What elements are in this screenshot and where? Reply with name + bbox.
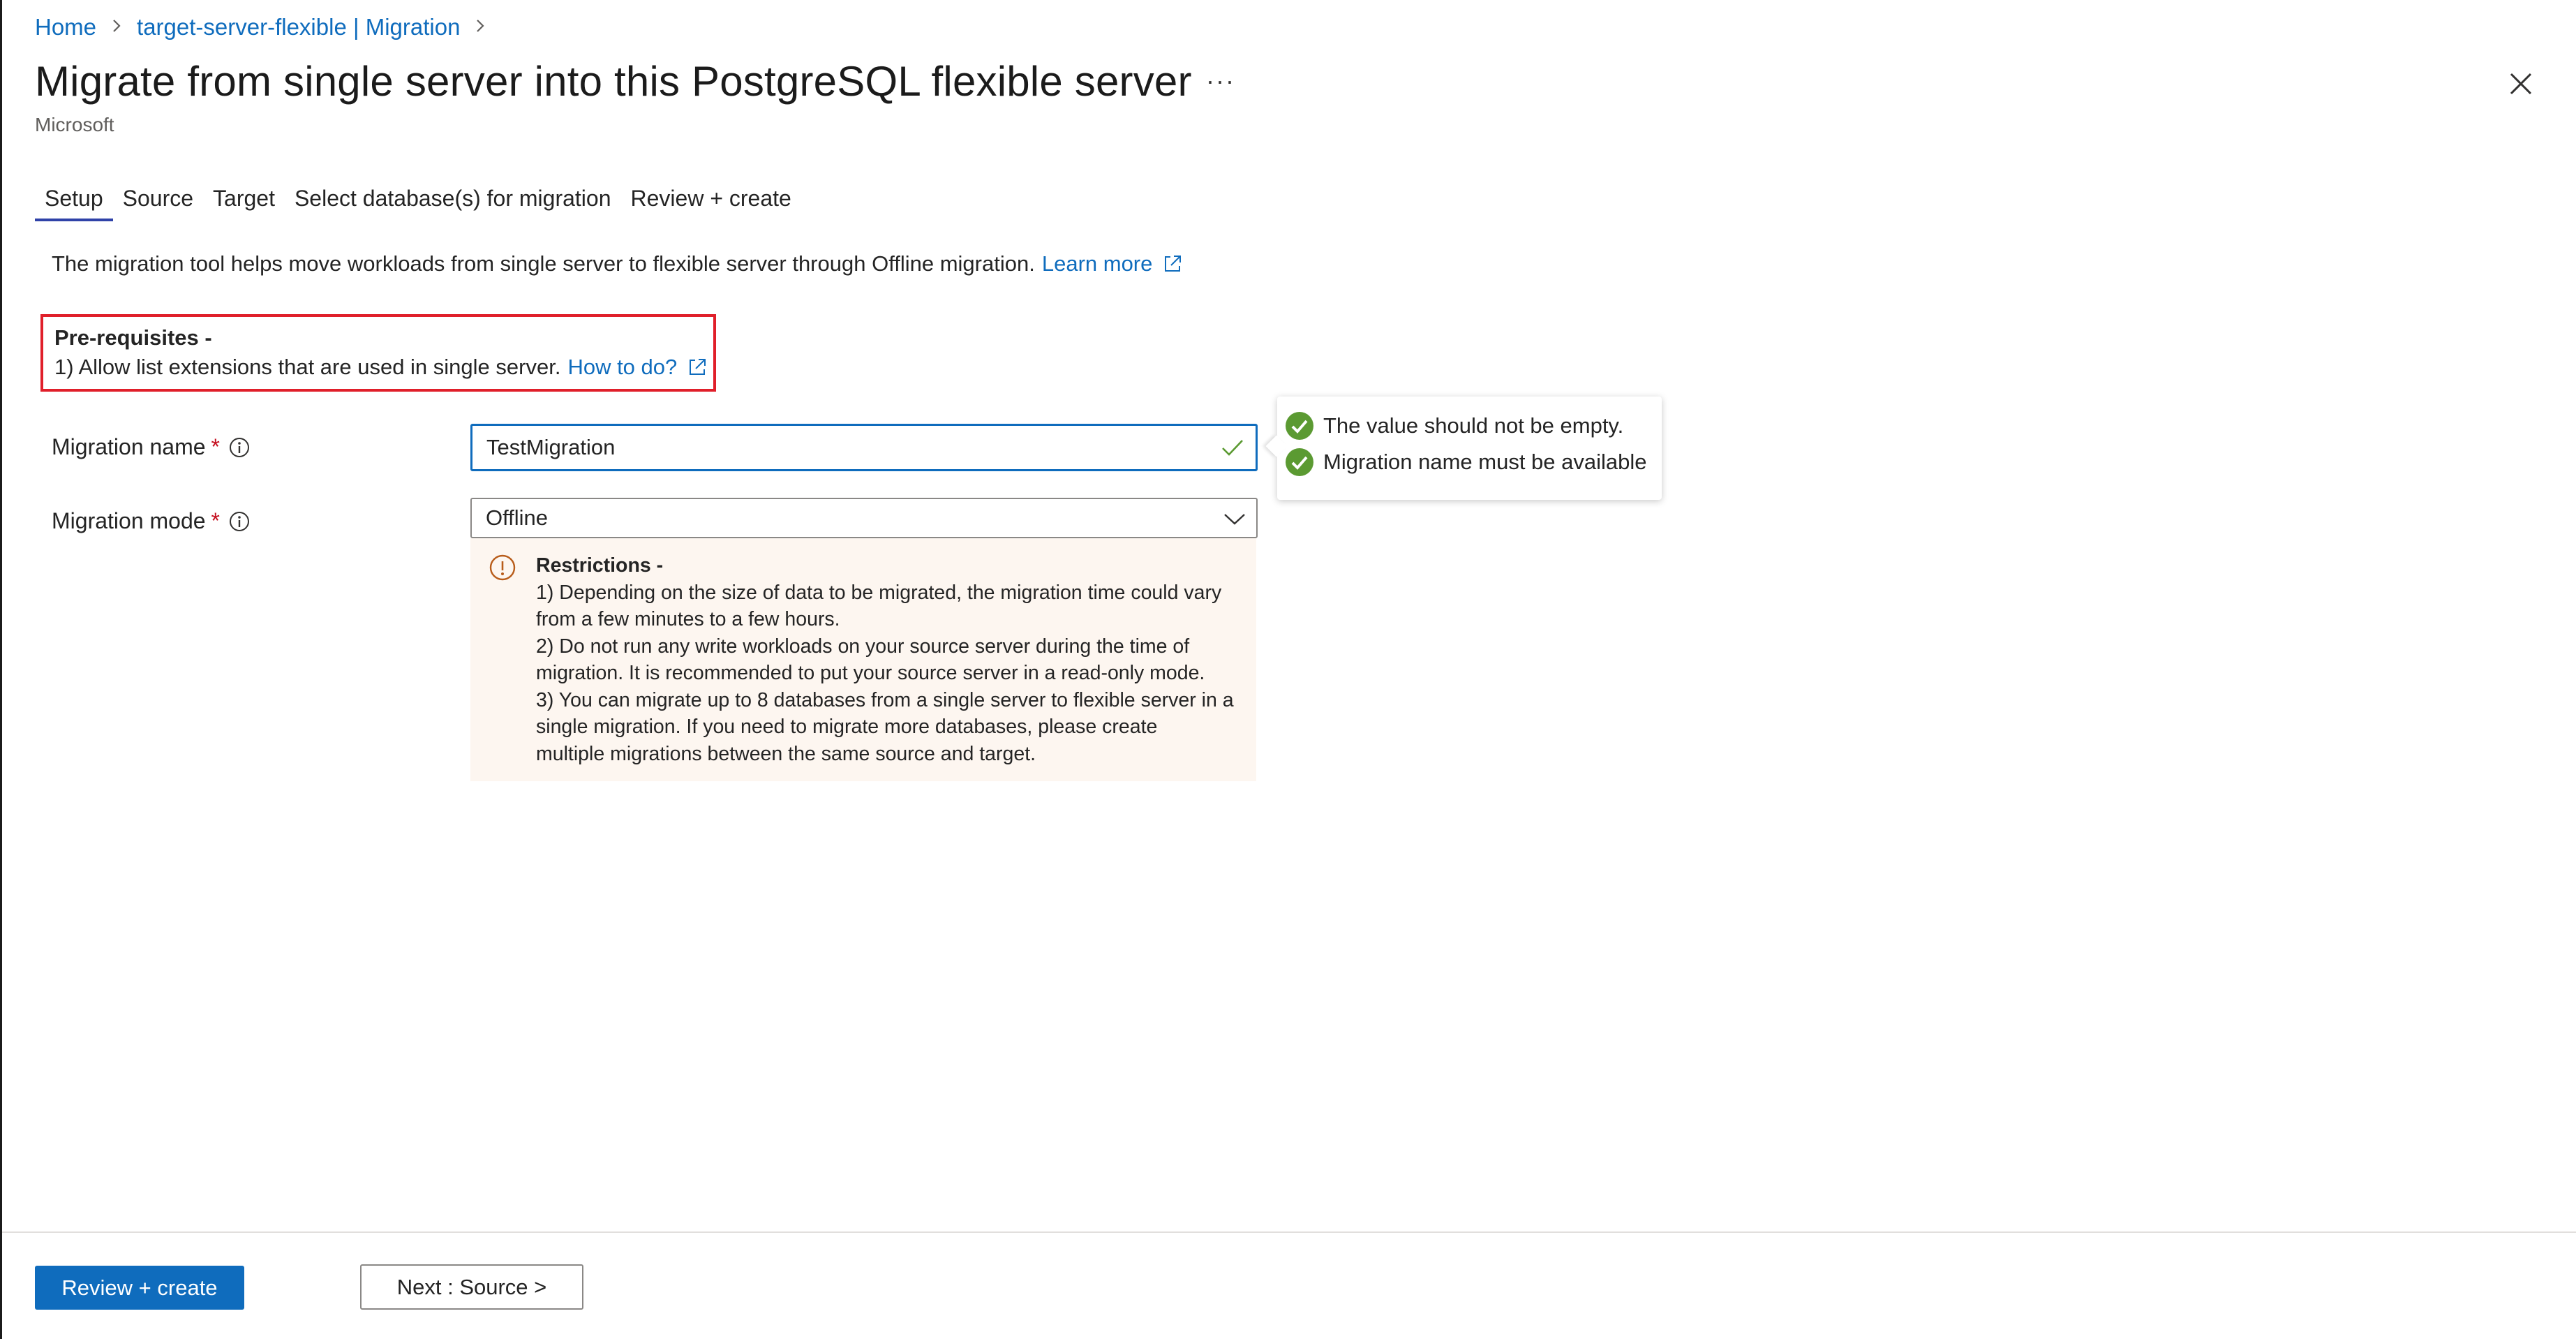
restriction-line: single migration. If you need to migrate… (536, 716, 1158, 738)
chevron-down-icon (1224, 514, 1245, 525)
external-link-icon[interactable] (687, 357, 708, 378)
chevron-right-icon (112, 15, 121, 39)
breadcrumb: Home target-server-flexible | Migration (35, 14, 500, 40)
restriction-line: from a few minutes to a few hours. (536, 608, 840, 630)
warning-info-icon (489, 554, 516, 581)
prerequisites-box: Pre-requisites - 1) Allow list extension… (40, 314, 716, 392)
migration-name-label: Migration name * (52, 434, 251, 460)
window-frame-border (0, 0, 2, 1339)
wizard-tabs: Setup Source Target Select database(s) f… (35, 186, 801, 221)
migration-mode-value: Offline (486, 505, 549, 530)
success-check-icon (1286, 412, 1313, 440)
checkmark-icon (1222, 440, 1243, 456)
how-to-do-link[interactable]: How to do? (567, 355, 677, 380)
info-icon[interactable] (228, 436, 251, 459)
restriction-line: 3) You can migrate up to 8 databases fro… (536, 688, 1234, 711)
breadcrumb-migration[interactable]: target-server-flexible | Migration (137, 14, 460, 40)
more-icon[interactable]: ··· (1206, 66, 1235, 96)
restriction-line: 1) Depending on the size of data to be m… (536, 581, 1222, 604)
tab-review-create[interactable]: Review + create (621, 186, 801, 221)
required-asterisk: * (211, 434, 220, 459)
tab-setup[interactable]: Setup (35, 186, 113, 221)
migration-mode-label: Migration mode * (52, 508, 251, 534)
restrictions-text: Restrictions - 1) Depending on the size … (536, 552, 1234, 781)
prerequisites-line: 1) Allow list extensions that are used i… (54, 355, 713, 380)
restriction-line: multiple migrations between the same sou… (536, 742, 1036, 765)
migration-mode-label-text: Migration mode (52, 508, 206, 533)
validation-item: Migration name must be available (1284, 444, 1652, 480)
intro-description: The migration tool helps move workloads … (52, 251, 1035, 276)
validation-item: The value should not be empty. (1284, 408, 1652, 444)
info-icon[interactable] (228, 510, 251, 533)
learn-more-link[interactable]: Learn more (1042, 251, 1153, 276)
next-source-button[interactable]: Next : Source > (360, 1264, 583, 1310)
external-link-icon[interactable] (1162, 253, 1183, 274)
footer-divider (2, 1231, 2576, 1233)
page-title: Migrate from single server into this Pos… (35, 58, 1192, 105)
validation-text: The value should not be empty. (1323, 413, 1624, 438)
restrictions-title: Restrictions - (536, 554, 664, 577)
chevron-right-icon (475, 15, 485, 39)
success-check-icon (1286, 448, 1313, 476)
page-subtitle: Microsoft (35, 114, 114, 135)
migration-name-input[interactable] (470, 424, 1258, 471)
required-asterisk: * (211, 508, 220, 533)
prerequisites-title: Pre-requisites - (54, 325, 212, 350)
restrictions-notice: Restrictions - 1) Depending on the size … (470, 538, 1256, 781)
validation-tooltip: The value should not be empty. Migration… (1277, 397, 1662, 500)
restriction-line: 2) Do not run any write workloads on you… (536, 635, 1190, 658)
review-create-button[interactable]: Review + create (35, 1266, 244, 1310)
tab-source[interactable]: Source (113, 186, 203, 221)
migration-mode-dropdown[interactable]: Offline (470, 498, 1258, 538)
tab-select-databases[interactable]: Select database(s) for migration (285, 186, 621, 221)
migration-name-field[interactable] (486, 435, 1184, 460)
tab-target[interactable]: Target (203, 186, 285, 221)
validation-text: Migration name must be available (1323, 450, 1647, 474)
breadcrumb-home[interactable]: Home (35, 14, 96, 40)
close-icon[interactable] (2507, 70, 2535, 98)
intro-text: The migration tool helps move workloads … (52, 251, 1183, 276)
restriction-line: migration. It is recommended to put your… (536, 662, 1205, 684)
prerequisites-text: 1) Allow list extensions that are used i… (54, 355, 561, 379)
migration-name-label-text: Migration name (52, 434, 206, 459)
